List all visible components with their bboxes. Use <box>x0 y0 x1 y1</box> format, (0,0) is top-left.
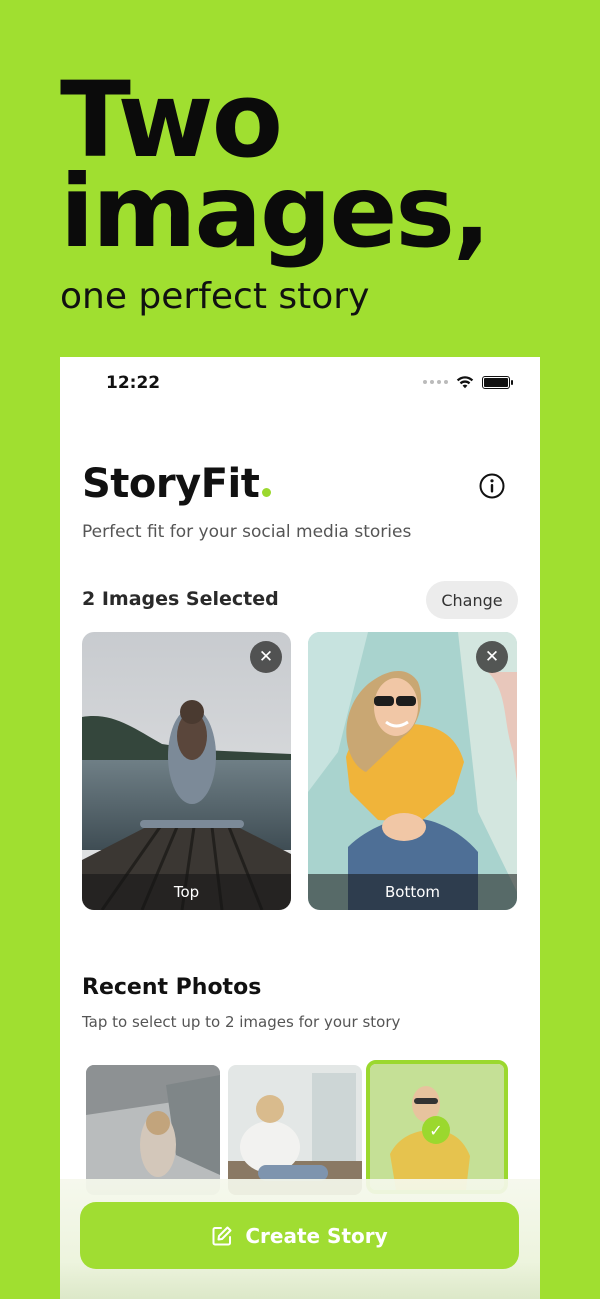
card-label-bottom: Bottom <box>308 874 517 910</box>
pier-photo <box>82 632 291 910</box>
hero-subline: one perfect story <box>60 276 370 317</box>
station-photo <box>86 1065 220 1195</box>
yellow-shirt-photo <box>308 632 517 910</box>
selected-count-label: 2 Images Selected <box>82 588 279 610</box>
recent-photo-3-selected[interactable]: ✓ <box>366 1060 508 1194</box>
window-seat-photo <box>228 1065 362 1195</box>
change-button[interactable]: Change <box>426 581 518 619</box>
status-bar: 12:22 <box>60 357 540 411</box>
edit-icon <box>212 1226 232 1245</box>
selected-image-bottom[interactable]: ✕ Bottom <box>308 632 517 910</box>
phone-screen: 12:22 StoryFit Perfect fit for your soci… <box>60 357 540 1299</box>
card-label-top: Top <box>82 874 291 910</box>
remove-top-close-icon[interactable]: ✕ <box>250 641 282 673</box>
wifi-icon <box>456 376 474 389</box>
battery-icon <box>482 375 513 389</box>
selected-image-top[interactable]: ✕ Top <box>82 632 291 910</box>
signal-icon <box>423 380 448 384</box>
remove-bottom-close-icon[interactable]: ✕ <box>476 641 508 673</box>
recent-photo-1[interactable] <box>86 1065 220 1195</box>
recent-photos-title: Recent Photos <box>82 975 262 1000</box>
recent-photo-2[interactable] <box>228 1065 362 1195</box>
app-subtitle: Perfect fit for your social media storie… <box>82 522 412 542</box>
status-time: 12:22 <box>106 373 161 393</box>
create-story-label: Create Story <box>245 1223 388 1248</box>
selected-checkmark-icon: ✓ <box>422 1116 450 1144</box>
recent-photos-subtitle: Tap to select up to 2 images for your st… <box>82 1013 401 1031</box>
info-circle-icon[interactable] <box>478 472 506 500</box>
app-name: StoryFit <box>82 461 260 507</box>
status-icons <box>423 375 513 389</box>
title-accent-dot <box>262 488 272 497</box>
hero-line-2: images, <box>60 153 491 270</box>
create-story-button[interactable]: Create Story <box>80 1202 519 1269</box>
app-title: StoryFit <box>82 461 272 507</box>
hero-headline: Two images, one perfect story <box>60 68 491 317</box>
